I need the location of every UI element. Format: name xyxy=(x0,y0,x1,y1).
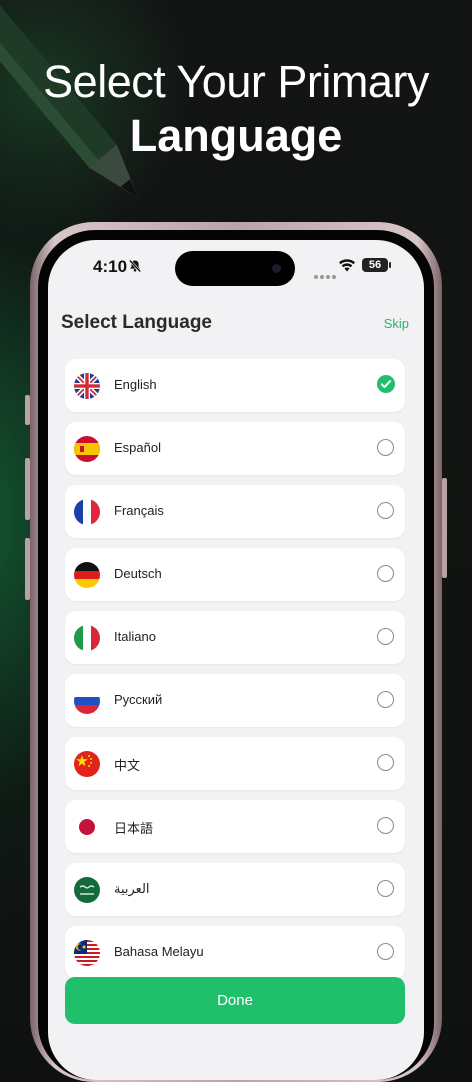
saudi-flag-icon xyxy=(74,877,100,903)
language-option-italian[interactable]: Italiano xyxy=(65,611,405,664)
radio-button[interactable] xyxy=(377,880,394,897)
radio-button[interactable] xyxy=(377,565,394,582)
japan-flag-icon xyxy=(74,814,100,840)
checkmark-selected-icon[interactable] xyxy=(377,375,395,393)
russia-flag-icon xyxy=(74,688,100,714)
language-option-german[interactable]: Deutsch xyxy=(65,548,405,601)
phone-screen: 4:10 56 Select Language Skip English Esp… xyxy=(48,240,424,1080)
language-option-french[interactable]: Français xyxy=(65,485,405,538)
language-option-english[interactable]: English xyxy=(65,359,405,412)
headline-line-2: Language xyxy=(129,110,343,161)
phone-volume-down-button xyxy=(25,538,30,600)
language-label: العربية xyxy=(114,881,150,896)
phone-power-button xyxy=(442,478,447,578)
language-option-malay[interactable]: Bahasa Melayu xyxy=(65,926,405,979)
language-label: 日本語 xyxy=(114,821,154,836)
france-flag-icon xyxy=(74,499,100,525)
spain-flag-icon xyxy=(74,436,100,462)
language-label: Русский xyxy=(114,692,163,707)
italy-flag-icon xyxy=(74,625,100,651)
china-flag-icon xyxy=(74,751,100,777)
battery-indicator: 56 xyxy=(362,258,391,272)
malaysia-flag-icon xyxy=(74,940,100,966)
language-label: 中文 xyxy=(114,758,141,773)
language-option-russian[interactable]: Русский xyxy=(65,674,405,727)
status-bar: 4:10 56 xyxy=(48,240,424,292)
headline: Select Your Primary Language xyxy=(0,56,472,164)
phone-volume-up-button xyxy=(25,458,30,520)
language-option-chinese[interactable]: 中文 xyxy=(65,737,405,790)
radio-button[interactable] xyxy=(377,628,394,645)
radio-button[interactable] xyxy=(377,691,394,708)
done-button[interactable]: Done xyxy=(65,977,405,1024)
skip-button[interactable]: Skip xyxy=(384,316,409,331)
germany-flag-icon xyxy=(74,562,100,588)
radio-button[interactable] xyxy=(377,439,394,456)
bell-muted-icon xyxy=(128,259,142,273)
language-list: English Español Français Deutsch Italian… xyxy=(65,359,405,989)
phone-action-button xyxy=(25,395,30,425)
status-time: 4:10 xyxy=(93,257,128,276)
radio-button[interactable] xyxy=(377,754,394,771)
language-label: Bahasa Melayu xyxy=(114,944,204,959)
language-label: English xyxy=(114,377,157,392)
language-label: Italiano xyxy=(114,629,156,644)
language-label: Deutsch xyxy=(114,566,162,581)
dynamic-island xyxy=(175,251,295,286)
signal-dots-icon xyxy=(314,266,338,284)
language-label: Español xyxy=(114,440,161,455)
language-option-arabic[interactable]: العربية xyxy=(65,863,405,916)
language-option-japanese[interactable]: 日本語 xyxy=(65,800,405,853)
uk-flag-icon xyxy=(74,373,100,399)
language-label: Français xyxy=(114,503,164,518)
language-option-spanish[interactable]: Español xyxy=(65,422,405,475)
camera-icon xyxy=(272,264,281,273)
page-title: Select Language xyxy=(61,312,212,333)
wifi-icon xyxy=(339,259,355,272)
headline-line-1: Select Your Primary xyxy=(43,56,429,107)
radio-button[interactable] xyxy=(377,943,394,960)
radio-button[interactable] xyxy=(377,817,394,834)
radio-button[interactable] xyxy=(377,502,394,519)
